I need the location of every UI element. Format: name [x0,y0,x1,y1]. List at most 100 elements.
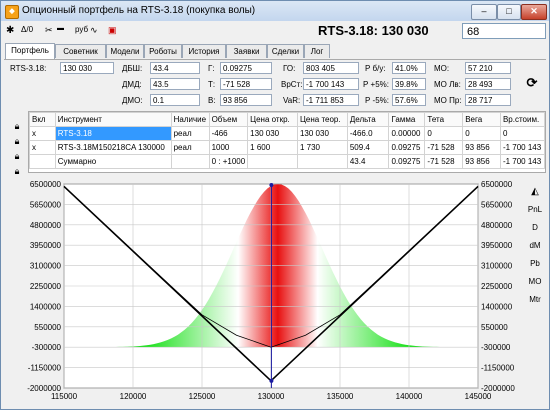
dmd-field[interactable]: 43.5 [150,78,200,90]
delta-zero-button[interactable]: Δ/0 [21,25,33,34]
table-cell[interactable] [296,154,348,169]
table-cell[interactable]: 0.09275 [388,154,426,169]
vega-field[interactable]: 93 856 [220,94,272,106]
table-cell[interactable]: 93 856 [462,154,501,169]
tab-orders[interactable]: Заявки [226,44,267,58]
table-cell-selected[interactable]: RTS-3.18 [54,126,172,141]
title-bar[interactable]: ◆ Опционный портфель на RTS-3.18 (покупк… [1,1,549,21]
column-header[interactable]: Вега [462,112,501,127]
table-cell[interactable]: -71 528 [424,154,464,169]
table-cell[interactable]: -466.0 [346,126,390,141]
mtr-button[interactable]: Mtr [524,291,546,309]
lock-icon[interactable]: 🔒︎ [10,119,24,133]
vrst-field[interactable]: -1 700 143 [303,78,359,90]
column-header[interactable]: Гамма [388,112,426,127]
table-cell[interactable]: 0.00000 [388,126,426,141]
minimize-button[interactable]: – [471,4,497,20]
gear-icon[interactable]: ✱ [6,25,14,36]
report-icon[interactable]: ▣ [108,25,117,36]
payoff-chart-area: 6500000 6500000 5650000 5650000 4800000 48000… [4,177,523,406]
table-cell[interactable] [29,154,56,169]
payoff-chart[interactable]: 6500000 6500000 5650000 5650000 4800000 48000… [4,177,523,406]
table-cell[interactable] [247,154,298,169]
table-cell[interactable]: 130 030 [296,126,348,141]
column-header[interactable]: Объем [208,112,249,127]
dmo-field[interactable]: 0.1 [150,94,200,106]
molv-label: МО Лв: [434,80,461,89]
mo-button[interactable]: MO [524,273,546,291]
table-cell[interactable]: реал [170,140,210,155]
dbsh-field[interactable]: 43.4 [150,62,200,74]
rp5-field[interactable]: 39.8% [392,78,426,90]
right-value-field[interactable]: 68 [462,23,546,39]
column-header[interactable]: Наличие [170,112,210,127]
table-cell[interactable]: 43.4 [346,154,390,169]
pb-button[interactable]: Pb [524,255,546,273]
tab-portfolio[interactable]: Портфель [5,43,55,59]
gamma-field[interactable]: 0.09275 [220,62,272,74]
table-cell[interactable]: 0 [499,126,546,141]
table-cell[interactable]: 1 730 [296,140,348,155]
greeks-icon[interactable]: ∿ [90,25,98,36]
rbu-field[interactable]: 41.0% [392,62,426,74]
table-row[interactable]: x RTS-3.18M150218CA 130000 реал 1000 1 6… [29,140,546,155]
column-header[interactable]: Цена откр. [247,112,298,127]
table-cell[interactable]: 509.4 [346,140,390,155]
table-row[interactable]: x RTS-3.18 реал -466 130 030 130 030 -46… [29,126,546,141]
rm5-field[interactable]: 57.6% [392,94,426,106]
bar-icon[interactable]: ▬ [57,25,64,32]
table-cell[interactable]: Суммарно [54,154,172,169]
theta-label: Т: [208,80,216,89]
delta-button[interactable]: D [524,219,546,237]
close-button[interactable]: ✕ [521,4,547,20]
table-cell[interactable]: x [29,126,56,141]
currency-button[interactable]: руб [75,25,88,34]
pnl-button[interactable]: PnL [524,201,546,219]
lock-icon[interactable]: 🔒︎ [10,134,24,148]
table-cell[interactable]: RTS-3.18M150218CA 130000 [54,140,172,155]
refresh-icon[interactable]: ⟳ [525,76,539,90]
column-header[interactable]: Вр.стоим. [499,112,546,127]
chart-type-icon[interactable]: ◭ [524,183,546,201]
tab-robots[interactable]: Роботы [144,44,182,58]
table-cell[interactable]: -1 700 143 [499,140,546,155]
maximize-button[interactable]: □ [497,4,521,20]
table-cell[interactable]: 0 [462,126,501,141]
go-field[interactable]: 803 405 [303,62,359,74]
table-cell[interactable]: 130 030 [247,126,298,141]
table-cell[interactable]: -1 700 143 [499,154,546,169]
column-header[interactable]: Цена теор. [296,112,348,127]
tab-models[interactable]: Модели [106,44,144,58]
rts-field[interactable]: 130 030 [60,62,114,74]
table-cell[interactable]: 0 [424,126,464,141]
lock-icon[interactable]: 🔒︎ [10,149,24,163]
table-cell[interactable]: 0.09275 [388,140,426,155]
table-cell[interactable]: x [29,140,56,155]
table-cell[interactable]: -71 528 [424,140,464,155]
mopr-field[interactable]: 28 717 [465,94,511,106]
tab-history[interactable]: История [182,44,226,58]
theta-field[interactable]: -71 528 [220,78,272,90]
table-cell[interactable]: 0 : +1000 [208,154,249,169]
tab-trades[interactable]: Сделки [267,44,304,58]
tools-icon[interactable]: ✂ [45,25,53,36]
column-header[interactable]: Вкл [29,112,56,127]
mo-field[interactable]: 57 210 [465,62,511,74]
lock-icon[interactable]: 🔒︎ [10,164,24,178]
tab-advisor[interactable]: Советник [55,44,106,58]
table-cell[interactable]: -466 [208,126,249,141]
table-cell[interactable]: 93 856 [462,140,501,155]
tab-log[interactable]: Лог [304,44,330,58]
var-field[interactable]: -1 711 853 [303,94,359,106]
molv-field[interactable]: 28 493 [465,78,511,90]
table-cell[interactable]: реал [170,126,210,141]
column-header[interactable]: Дельта [346,112,390,127]
column-header[interactable]: Тета [424,112,464,127]
table-cell[interactable] [170,154,210,169]
table-row-total[interactable]: Суммарно 0 : +1000 43.4 0.09275 -71 528 … [29,154,546,169]
table-cell[interactable]: 1 600 [247,140,298,155]
table-cell[interactable]: 1000 [208,140,249,155]
column-header[interactable]: Инструмент [54,112,172,127]
dm-button[interactable]: dM [524,237,546,255]
y-tick-label-left: 6500000 [30,180,62,189]
